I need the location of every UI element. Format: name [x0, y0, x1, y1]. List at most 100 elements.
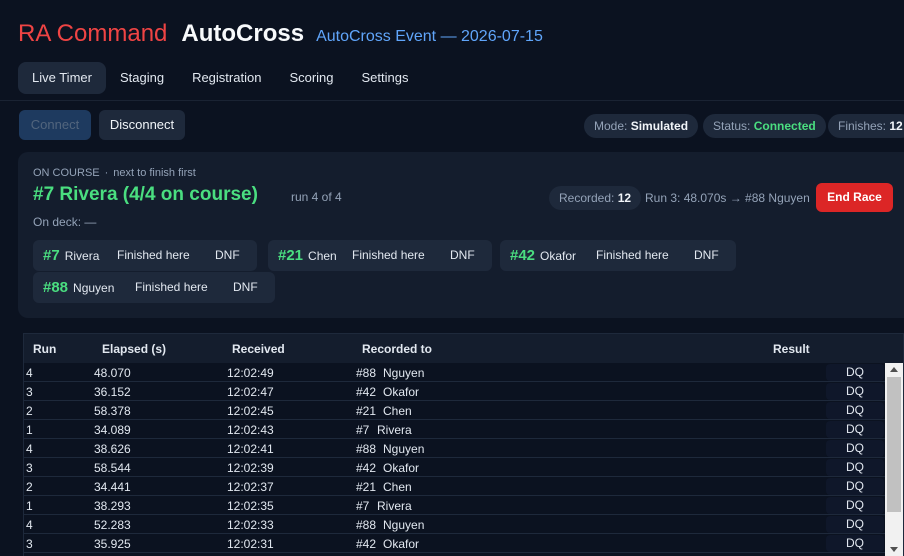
results-table: Run Elapsed (s) Received Recorded to Res…: [23, 333, 904, 556]
dq-button[interactable]: DQ: [826, 497, 884, 514]
tab-registration[interactable]: Registration: [178, 62, 275, 94]
recorded-number-cell: #7: [356, 499, 370, 513]
received-cell: 12:02:45: [227, 404, 274, 418]
car-chip: #42 Okafor Finished here DNF: [500, 240, 736, 271]
recorded-number-cell: #42: [356, 461, 377, 475]
recorded-number-cell: #88: [356, 518, 377, 532]
recorded-name-cell: Rivera: [377, 423, 412, 437]
dq-button[interactable]: DQ: [826, 383, 884, 400]
dq-button[interactable]: DQ: [826, 478, 884, 495]
chip-name: Rivera: [64, 249, 100, 263]
car-chip: #88 Nguyen Finished here DNF: [33, 272, 275, 303]
dq-button[interactable]: DQ: [826, 402, 884, 419]
dq-button[interactable]: DQ: [826, 364, 884, 381]
dq-button[interactable]: DQ: [826, 421, 884, 438]
tab-settings[interactable]: Settings: [348, 62, 423, 94]
dnf-button[interactable]: DNF: [450, 240, 475, 271]
received-cell: 12:02:41: [227, 442, 274, 456]
end-race-button[interactable]: End Race: [816, 183, 893, 212]
dq-button[interactable]: DQ: [826, 459, 884, 476]
recorded-badge: Recorded: 12: [549, 186, 642, 210]
run-cell: 4: [26, 366, 33, 380]
scrollbar-thumb[interactable]: [887, 377, 901, 512]
header-elapsed: Elapsed (s): [102, 342, 167, 356]
recorded-name-cell: Nguyen: [383, 518, 425, 532]
dnf-button[interactable]: DNF: [215, 240, 240, 271]
last-run-info: Run 3: 48.070s → #88 Nguyen: [645, 191, 810, 205]
run-cell: 3: [26, 461, 33, 475]
run-cell: 4: [26, 442, 33, 456]
chip-number: #88: [43, 279, 69, 296]
recorded-number-cell: #42: [356, 385, 377, 399]
run-of-label: run 4 of 4: [291, 190, 342, 204]
run-cell: 1: [26, 423, 33, 437]
finished-here-button[interactable]: Finished here: [352, 240, 425, 271]
tab-bar: Live Timer Staging Registration Scoring …: [18, 62, 423, 94]
received-cell: 12:02:31: [227, 537, 274, 551]
elapsed-cell: 36.152: [94, 385, 131, 399]
recorded-name-cell: Okafor: [383, 537, 420, 551]
finishes-badge: Finishes: 12: [828, 114, 904, 138]
car-chip: #21 Chen Finished here DNF: [268, 240, 492, 271]
finished-here-button[interactable]: Finished here: [117, 240, 190, 271]
run-cell: 1: [26, 499, 33, 513]
chip-name: Okafor: [540, 249, 577, 263]
received-cell: 12:02:37: [227, 480, 274, 494]
recorded-name-cell: Okafor: [383, 385, 420, 399]
elapsed-cell: 38.626: [94, 442, 131, 456]
table-row: 1 34.089 12:02:43 #7 Rivera DQ: [24, 420, 903, 439]
scroll-down-arrow-icon[interactable]: [890, 547, 898, 552]
tab-scoring[interactable]: Scoring: [275, 62, 347, 94]
dq-button[interactable]: DQ: [826, 516, 884, 533]
dq-button[interactable]: DQ: [826, 440, 884, 457]
recorded-number-cell: #21: [356, 480, 377, 494]
table-row: 4 48.070 12:02:49 #88 Nguyen DQ: [24, 363, 903, 382]
table-row: 4 38.626 12:02:41 #88 Nguyen DQ: [24, 439, 903, 458]
on-deck-label: On deck: —: [33, 215, 97, 229]
app-header: RA Command AutoCross AutoCross Event — 2…: [18, 20, 543, 48]
elapsed-cell: 58.378: [94, 404, 131, 418]
recorded-name-cell: Rivera: [377, 499, 412, 513]
on-course-panel: ON COURSE · next to finish first #7 Rivera…: [18, 152, 904, 318]
status-value: Connected: [753, 119, 816, 133]
recorded-label: Recorded:: [559, 191, 615, 205]
run-cell: 3: [26, 385, 33, 399]
finished-here-button[interactable]: Finished here: [596, 240, 669, 271]
table-row: 2 34.441 12:02:37 #21 Chen DQ: [24, 477, 903, 496]
scroll-up-arrow-icon[interactable]: [890, 367, 898, 372]
dnf-button[interactable]: DNF: [233, 272, 258, 303]
recorded-name-cell: Okafor: [383, 461, 420, 475]
app-title: AutoCross: [181, 20, 305, 47]
run-cell: 3: [26, 537, 33, 551]
recorded-name-cell: Chen: [383, 480, 412, 494]
on-course-heading: ON COURSE · next to finish first: [33, 167, 196, 179]
received-cell: 12:02:49: [227, 366, 274, 380]
header-recorded-to: Recorded to: [362, 342, 433, 356]
brand-title: RA Command: [18, 20, 168, 47]
dnf-button[interactable]: DNF: [694, 240, 719, 271]
event-title: AutoCross Event — 2026-07-15: [316, 28, 543, 45]
status-label: Status:: [713, 119, 751, 133]
elapsed-cell: 34.441: [94, 480, 131, 494]
table-scrollbar[interactable]: [885, 363, 903, 556]
recorded-number-cell: #88: [356, 366, 377, 380]
finished-here-button[interactable]: Finished here: [135, 272, 208, 303]
table-row: 4 52.283 12:02:33 #88 Nguyen DQ: [24, 515, 903, 534]
finishes-label: Finishes:: [838, 119, 887, 133]
chip-name: Chen: [308, 249, 337, 263]
table-row: 2 58.378 12:02:45 #21 Chen DQ: [24, 401, 903, 420]
table-body: 4 48.070 12:02:49 #88 Nguyen DQ 3 36.152 12:02:4…: [24, 363, 903, 553]
disconnect-button[interactable]: Disconnect: [99, 110, 185, 140]
dq-button[interactable]: DQ: [826, 535, 884, 552]
header-result: Result: [773, 342, 810, 356]
tab-staging[interactable]: Staging: [106, 62, 178, 94]
recorded-name-cell: Nguyen: [383, 442, 425, 456]
connect-button[interactable]: Connect: [19, 110, 91, 140]
recorded-number-cell: #88: [356, 442, 377, 456]
run-cell: 2: [26, 404, 33, 418]
recorded-value: 12: [617, 191, 632, 205]
recorded-number-cell: #7: [356, 423, 370, 437]
car-chip: #7 Rivera Finished here DNF: [33, 240, 257, 271]
tab-live-timer[interactable]: Live Timer: [18, 62, 106, 94]
table-row: 3 35.925 12:02:31 #42 Okafor DQ: [24, 534, 903, 553]
